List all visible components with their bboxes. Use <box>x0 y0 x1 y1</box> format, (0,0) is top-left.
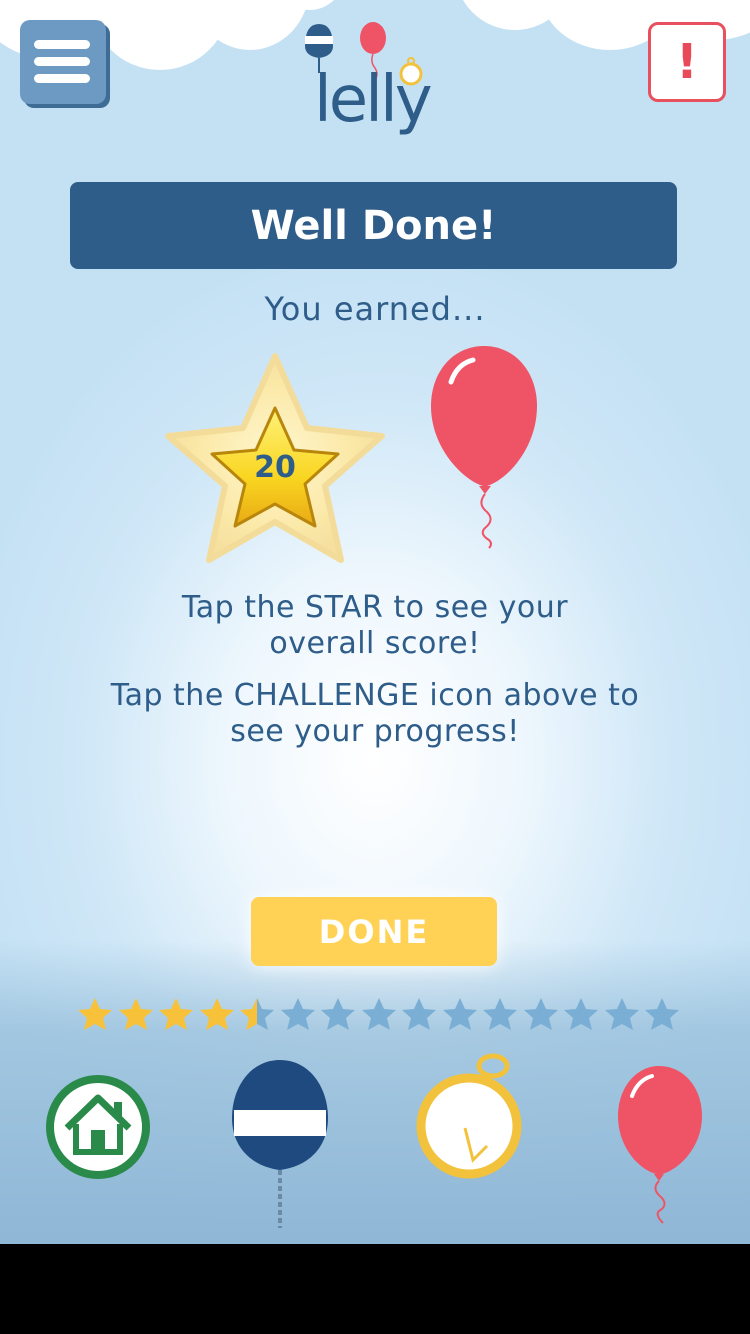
progress-star-icon <box>361 998 396 1030</box>
score-star-button[interactable]: 20 <box>160 350 390 570</box>
progress-star-icon <box>483 998 517 1030</box>
alert-button[interactable]: ! <box>648 22 726 102</box>
done-button[interactable]: DONE <box>251 897 497 966</box>
reward-balloon <box>425 342 545 552</box>
home-button[interactable] <box>45 1074 151 1180</box>
challenge-message-line1: Tap the CHALLENGE icon above to <box>110 678 640 713</box>
home-icon <box>46 1075 150 1179</box>
progress-star-icon <box>280 998 315 1030</box>
star-message: Tap the STAR to see your overall score! <box>40 590 710 662</box>
logo-text: lelly <box>314 63 433 137</box>
well-done-banner: Well Done! <box>70 182 677 269</box>
balloon-icon <box>618 1066 702 1224</box>
balloon-button[interactable] <box>614 1064 706 1229</box>
progress-stars <box>76 996 681 1038</box>
star-points: 20 <box>254 450 296 485</box>
screen: lelly ! Well Done! You earned... 20 Tap … <box>0 0 750 1244</box>
progress-star-icon <box>564 998 598 1030</box>
progress-star-icon <box>118 998 153 1030</box>
progress-star-icon <box>78 998 112 1030</box>
progress-star-icon <box>645 998 679 1030</box>
challenge-message: Tap the CHALLENGE icon above to see your… <box>40 678 710 750</box>
star-message-line2: overall score! <box>269 626 481 661</box>
progress-star-icon <box>159 998 193 1030</box>
stopwatch-icon <box>416 1053 522 1179</box>
star-message-line1: Tap the STAR to see your <box>181 590 569 625</box>
app-logo: lelly <box>300 18 460 153</box>
progress-star-icon <box>442 998 477 1030</box>
progress-star-icon <box>604 998 639 1030</box>
challenge-message-line2: see your progress! <box>230 714 520 749</box>
buoy-icon <box>232 1060 328 1228</box>
balloon-icon <box>431 346 537 549</box>
stopwatch-button[interactable] <box>415 1050 525 1182</box>
progress-star-icon <box>199 998 234 1030</box>
progress-star-icon <box>321 998 355 1030</box>
earned-text: You earned... <box>264 290 486 328</box>
menu-button[interactable] <box>20 20 106 104</box>
progress-star-icon <box>240 998 274 1030</box>
progress-star-icon <box>402 998 436 1030</box>
buoy-button[interactable] <box>230 1058 330 1233</box>
progress-star-icon <box>523 998 558 1030</box>
